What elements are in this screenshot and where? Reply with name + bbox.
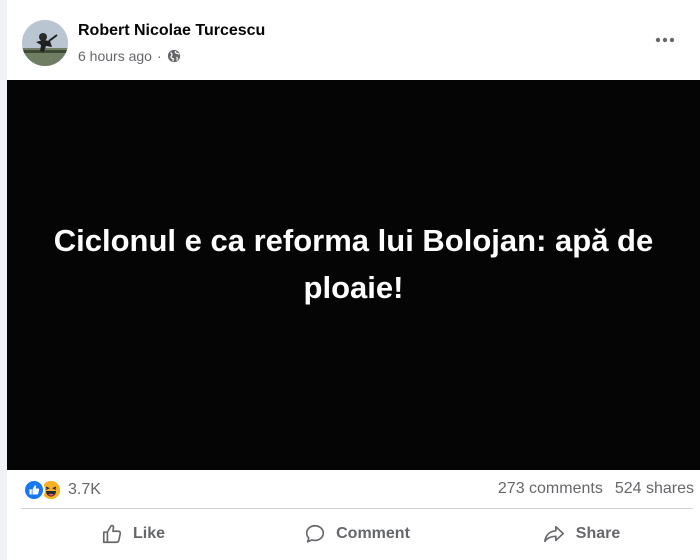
comment-bubble-icon <box>306 524 325 543</box>
post-media-text: Ciclonul e ca reforma lui Bolojan: apă d… <box>53 223 654 305</box>
share-button[interactable]: Share <box>469 512 693 556</box>
globe-icon <box>167 49 181 63</box>
shares-count-link[interactable]: 524 shares <box>615 480 694 498</box>
author-avatar[interactable] <box>22 20 68 66</box>
comments-count-link[interactable]: 273 comments <box>498 480 603 498</box>
like-button[interactable]: Like <box>21 512 245 556</box>
post-stats: 3.7K 273 comments 524 shares <box>7 472 700 508</box>
meta-separator: · <box>156 48 162 64</box>
share-arrow-icon <box>543 525 564 543</box>
author-name[interactable]: Robert Nicolae Turcescu <box>78 22 265 40</box>
engagement-counts: 273 comments 524 shares <box>498 480 694 498</box>
avatar-photo <box>22 20 68 66</box>
thumbs-up-icon <box>102 524 122 544</box>
actions-divider <box>21 508 693 509</box>
post-card: Robert Nicolae Turcescu 6 hours ago · Ci… <box>7 0 700 560</box>
comment-button-label: Comment <box>336 525 410 542</box>
comment-button[interactable]: Comment <box>245 512 469 556</box>
post-header: Robert Nicolae Turcescu 6 hours ago · <box>7 0 700 80</box>
reactions-summary[interactable]: 3.7K <box>23 479 101 501</box>
more-options-icon[interactable] <box>652 30 678 50</box>
post-timestamp[interactable]: 6 hours ago <box>78 48 152 64</box>
reactions-count: 3.7K <box>68 481 101 498</box>
like-reaction-icon <box>23 479 45 501</box>
post-media[interactable]: Ciclonul e ca reforma lui Bolojan: apă d… <box>7 80 700 470</box>
share-button-label: Share <box>575 525 621 542</box>
post-meta: 6 hours ago · <box>78 47 181 65</box>
like-button-label: Like <box>132 525 165 542</box>
post-actions: Like Comment Share <box>21 512 693 556</box>
